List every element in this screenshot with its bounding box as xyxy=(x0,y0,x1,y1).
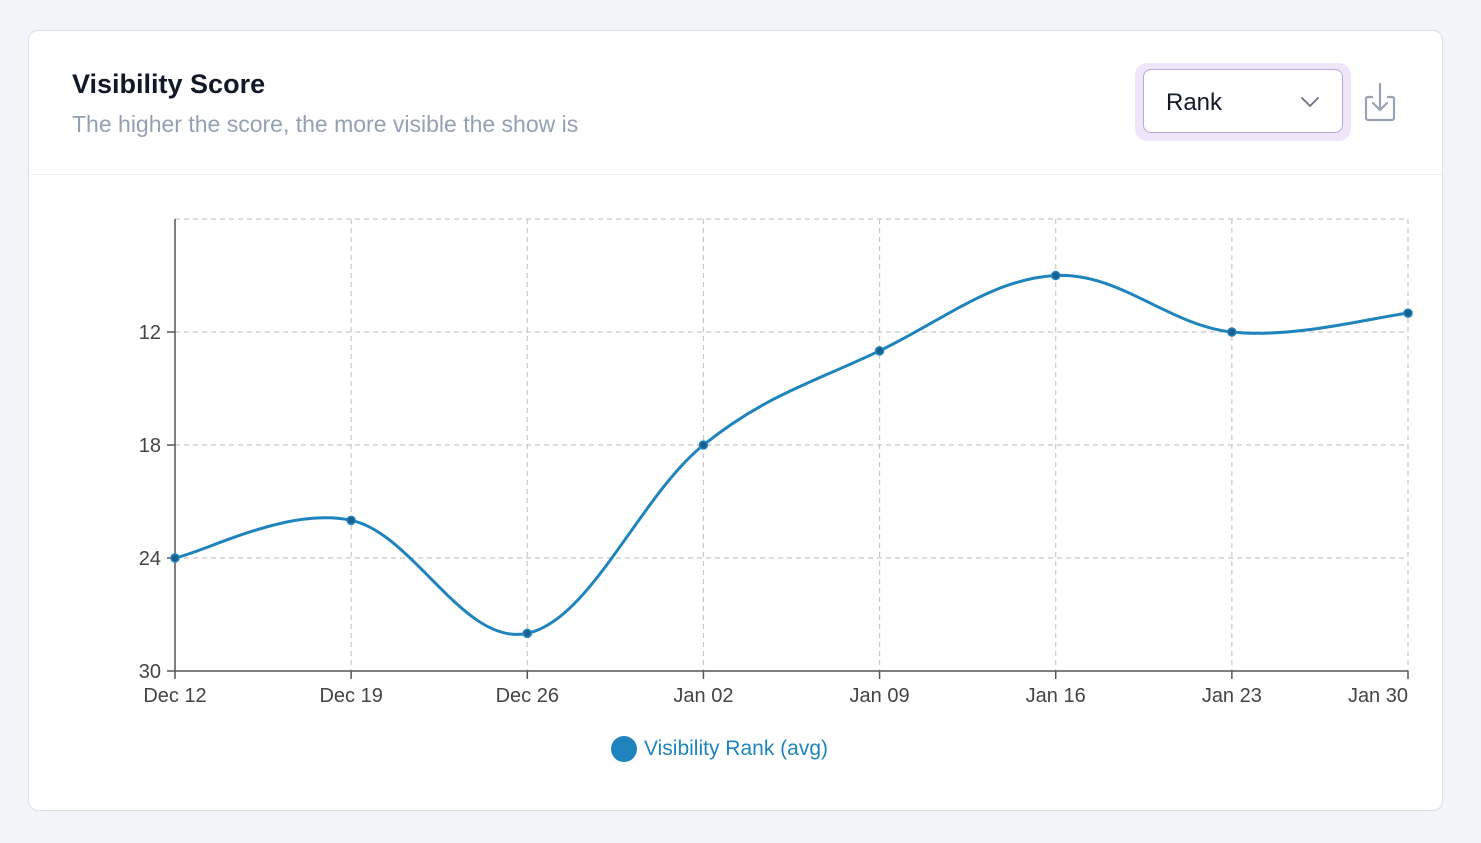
data-point xyxy=(346,515,356,526)
y-tick-label: 30 xyxy=(139,661,161,683)
data-point xyxy=(698,440,709,450)
data-point xyxy=(874,346,885,356)
legend-label: Visibility Rank (avg) xyxy=(644,737,829,760)
x-tick-label: Jan 16 xyxy=(1026,685,1086,707)
chart-legend-item[interactable]: Visibility Rank (avg) xyxy=(611,736,828,762)
legend-swatch xyxy=(611,736,637,762)
data-point xyxy=(1050,270,1061,281)
x-tick-label: Dec 26 xyxy=(496,685,559,707)
visibility-score-card: Visibility Score The higher the score, t… xyxy=(28,30,1443,811)
data-point xyxy=(170,553,180,563)
x-tick-label: Jan 02 xyxy=(673,685,733,707)
series-line-visibility-rank xyxy=(174,273,1409,636)
data-point xyxy=(1227,327,1237,337)
x-tick-label: Dec 19 xyxy=(319,685,382,707)
data-point xyxy=(1403,308,1413,318)
y-tick-label: 24 xyxy=(139,548,161,570)
x-tick-label: Jan 09 xyxy=(850,685,910,707)
x-tick-label: Jan 30 xyxy=(1348,685,1408,707)
x-tick-label: Dec 12 xyxy=(143,685,206,707)
x-tick-label: Jan 23 xyxy=(1202,685,1262,707)
line-chart: 12 18 24 30Dec 12 Dec 19 Dec 26 Jan 02 Jan 09 Ja… xyxy=(139,218,1413,707)
y-tick-label: 12 xyxy=(139,322,161,344)
y-tick-label: 18 xyxy=(139,435,161,457)
data-point xyxy=(522,628,533,639)
